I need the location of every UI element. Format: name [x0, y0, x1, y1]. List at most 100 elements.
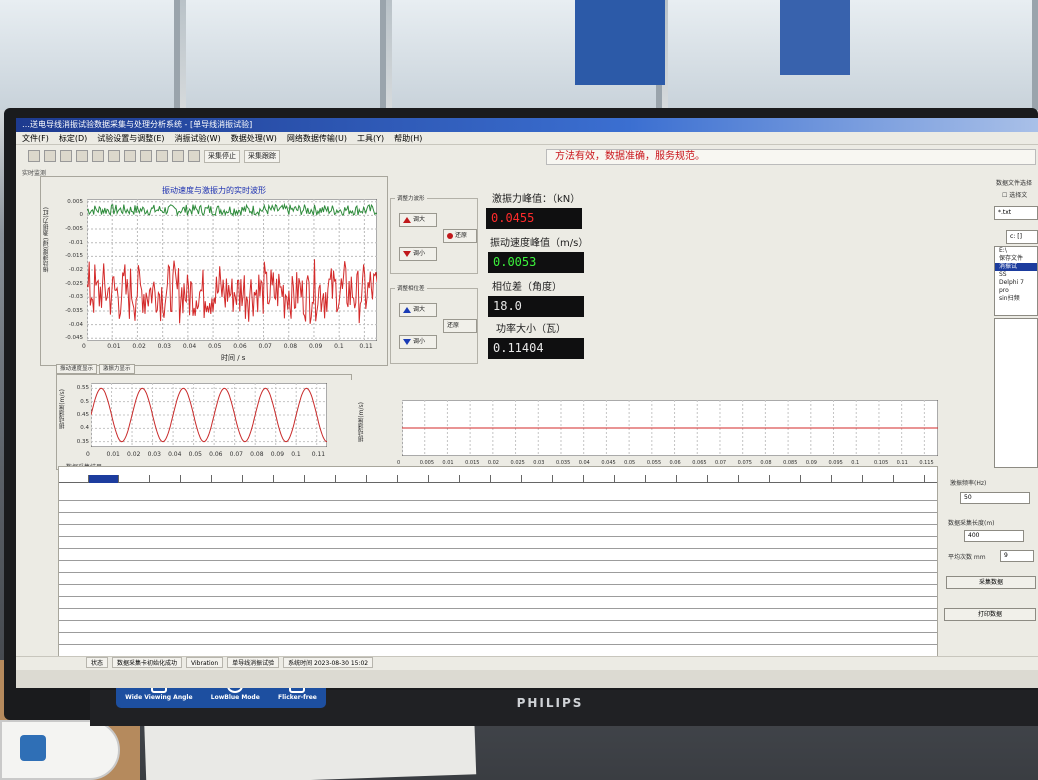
length-input[interactable]: 400	[964, 530, 1024, 542]
table-header-cell[interactable]	[305, 475, 336, 483]
settings-icon[interactable]	[76, 150, 88, 162]
open-icon[interactable]	[44, 150, 56, 162]
menu-file[interactable]: 文件(F)	[22, 132, 49, 144]
table-header-cell[interactable]	[491, 475, 522, 483]
realtime-waveform-chart	[87, 199, 377, 341]
menu-test-settings[interactable]: 试验设置与调整(E)	[97, 132, 164, 144]
table-header-cell[interactable]	[894, 475, 925, 483]
chart-icon[interactable]	[92, 150, 104, 162]
table-header-cell[interactable]	[429, 475, 460, 483]
menu-vibration-test[interactable]: 消振试验(W)	[175, 132, 221, 144]
table-header-cell[interactable]	[615, 475, 646, 483]
file-list[interactable]	[994, 318, 1038, 468]
window-pane	[0, 0, 180, 110]
folder-item[interactable]: 保存文件	[995, 255, 1037, 263]
table-header-cell[interactable]	[119, 475, 150, 483]
folder-item[interactable]: 消振试	[995, 263, 1037, 271]
grid-icon[interactable]	[140, 150, 152, 162]
table-header-cell[interactable]	[739, 475, 770, 483]
filter-icon[interactable]	[124, 150, 136, 162]
table-row[interactable]	[59, 621, 937, 633]
arrow-down-icon	[403, 251, 411, 257]
collect-data-button[interactable]: 采集数据	[946, 576, 1036, 589]
exit-icon[interactable]	[188, 150, 200, 162]
print-icon[interactable]	[28, 150, 40, 162]
count-input[interactable]: 9	[1000, 550, 1034, 562]
tab-force[interactable]: 激振力显示	[99, 364, 135, 374]
table-header-cell[interactable]	[460, 475, 491, 483]
table-row[interactable]	[59, 597, 937, 609]
x-tick-label: 0.05	[208, 343, 222, 350]
table-header-cell[interactable]	[801, 475, 832, 483]
table-header-cell[interactable]	[398, 475, 429, 483]
phase-reset-button[interactable]: 还原	[443, 319, 477, 333]
drive-select[interactable]: c: []	[1006, 230, 1038, 244]
table-header-cell[interactable]	[708, 475, 739, 483]
table-header-cell[interactable]	[150, 475, 181, 483]
table-row[interactable]	[59, 525, 937, 537]
folder-item[interactable]: sin扫频	[995, 295, 1037, 303]
table-row[interactable]	[59, 609, 937, 621]
folder-tree[interactable]: E:\ 保存文件 消振试 SS Delphi 7 pro sin扫频	[994, 246, 1038, 316]
lower-tabs: 振动速度显示 激振力显示	[56, 364, 135, 374]
x-tick-label: 0.06	[233, 343, 247, 350]
collect-trace-button[interactable]: 采集跟踪	[244, 149, 280, 163]
table-header-cell[interactable]	[553, 475, 584, 483]
file-filter-input[interactable]: *.txt	[994, 206, 1038, 220]
table-header-cell[interactable]	[770, 475, 801, 483]
table-row[interactable]	[59, 513, 937, 525]
force-down-button[interactable]: 调小	[399, 247, 437, 261]
group-title: 调整力波形	[395, 194, 427, 202]
chart-ylabel: 振动速度(m/s)	[358, 402, 365, 442]
table-header-cell[interactable]	[646, 475, 677, 483]
save-icon[interactable]	[60, 150, 72, 162]
table-header-cell[interactable]	[677, 475, 708, 483]
collect-stop-button[interactable]: 采集停止	[204, 149, 240, 163]
phase-down-button[interactable]: 调小	[399, 335, 437, 349]
table-header-cell[interactable]	[522, 475, 553, 483]
table-header-cell[interactable]	[181, 475, 212, 483]
folder-item[interactable]: pro	[995, 287, 1037, 295]
table-header-cell[interactable]	[584, 475, 615, 483]
realtime-waveform-panel: 振动速度与激振力的实时波形 振动速度(绿) 激振力(红) 0.005 0 -0.00…	[40, 176, 388, 366]
menu-help[interactable]: 帮助(H)	[394, 132, 422, 144]
data-table[interactable]	[58, 466, 938, 662]
table-header-cell[interactable]	[274, 475, 305, 483]
table-icon[interactable]	[108, 150, 120, 162]
file-option-checkbox[interactable]: ☐ 选择文	[1002, 190, 1027, 199]
table-header-cell[interactable]	[336, 475, 367, 483]
table-header-cell[interactable]	[832, 475, 863, 483]
warning-icon[interactable]	[156, 150, 168, 162]
phase-up-button[interactable]: 调大	[399, 303, 437, 317]
force-reset-button[interactable]: 还原	[443, 229, 477, 243]
table-header-cell[interactable]	[59, 475, 89, 483]
folder-item[interactable]: SS	[995, 271, 1037, 279]
tab-velocity[interactable]: 振动速度显示	[56, 364, 98, 374]
freq-input[interactable]: 50	[960, 492, 1030, 504]
table-header-cell[interactable]	[863, 475, 894, 483]
menu-calibrate[interactable]: 标定(D)	[59, 132, 87, 144]
slogan-banner: 方法有效，数据准确，服务规范。	[546, 149, 1036, 165]
menu-tools[interactable]: 工具(Y)	[357, 132, 384, 144]
table-header-cell[interactable]	[212, 475, 243, 483]
table-row[interactable]	[59, 549, 937, 561]
table-header-cell[interactable]	[243, 475, 274, 483]
table-row[interactable]	[59, 501, 937, 513]
menu-data-processing[interactable]: 数据处理(W)	[231, 132, 277, 144]
folder-item[interactable]: Delphi 7	[995, 279, 1037, 287]
menu-network-transfer[interactable]: 网络数据传输(U)	[287, 132, 347, 144]
table-row[interactable]	[59, 537, 937, 549]
window-glass-blue	[575, 0, 665, 85]
table-row[interactable]	[59, 633, 937, 645]
table-row[interactable]	[59, 489, 937, 501]
table-row[interactable]	[59, 561, 937, 573]
force-up-button[interactable]: 调大	[399, 213, 437, 227]
status-item: 数据采集卡初始化成功	[112, 657, 183, 668]
table-header-cell[interactable]	[89, 475, 119, 483]
table-header-cell[interactable]	[367, 475, 398, 483]
folder-item[interactable]: E:\	[995, 247, 1037, 255]
print-data-button[interactable]: 打印数据	[944, 608, 1036, 621]
report-icon[interactable]	[172, 150, 184, 162]
table-row[interactable]	[59, 585, 937, 597]
table-row[interactable]	[59, 573, 937, 585]
